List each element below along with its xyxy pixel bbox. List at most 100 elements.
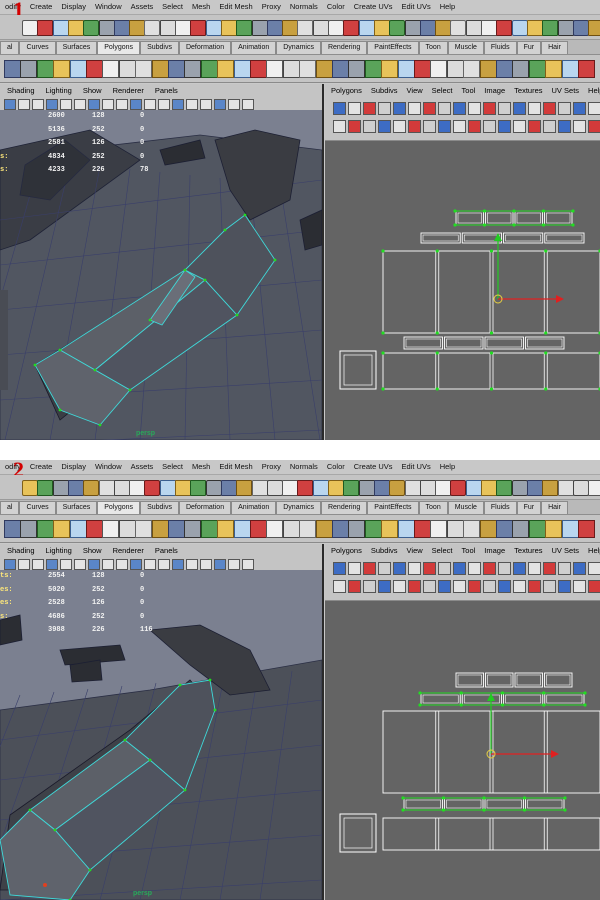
uv-menu-image[interactable]: Image — [478, 544, 508, 555]
shelf-tool-icon[interactable] — [446, 60, 464, 78]
uv-tool-icon[interactable] — [333, 102, 346, 115]
shelf-tool-icon[interactable] — [315, 520, 333, 538]
tab-hair[interactable]: Hair — [541, 41, 568, 54]
uv-tool-icon[interactable] — [468, 120, 481, 133]
shelf-tool-icon[interactable] — [135, 60, 153, 78]
viewport-tool-icon[interactable] — [158, 559, 170, 570]
uv-menu-view[interactable]: View — [401, 84, 426, 95]
uv-menu-select[interactable]: Select — [426, 544, 456, 555]
menu-edit-mesh[interactable]: Edit Mesh — [214, 0, 256, 11]
magnet-icon[interactable] — [129, 480, 146, 496]
viewport-menu-show[interactable]: Show — [76, 544, 106, 555]
save-icon[interactable] — [358, 20, 375, 36]
tab-fur[interactable]: Fur — [516, 501, 542, 514]
open-icon[interactable] — [190, 480, 207, 496]
save-icon[interactable] — [358, 480, 375, 496]
open-icon[interactable] — [496, 480, 513, 496]
lasso-icon[interactable] — [542, 480, 559, 496]
uv-tool-icon[interactable] — [408, 562, 421, 575]
shelf-tool-icon[interactable] — [332, 60, 349, 78]
select-tool-icon[interactable] — [373, 480, 390, 496]
viewport-tool-icon[interactable] — [46, 559, 58, 570]
uv-tool-icon[interactable] — [528, 120, 541, 133]
tab-deformation[interactable]: Deformation — [178, 501, 232, 514]
shelf-tool-icon[interactable] — [184, 60, 202, 78]
menu-edit-uvs[interactable]: Edit UVs — [397, 0, 435, 11]
shelf-tool-icon[interactable] — [381, 60, 399, 78]
uv-tool-icon[interactable] — [378, 102, 391, 115]
uv-tool-icon[interactable] — [423, 562, 436, 575]
viewport-menu-lighting[interactable]: Lighting — [39, 544, 76, 555]
uv-texture-editor[interactable]: Polygons Subdivs View Select Tool Image Textur… — [325, 84, 600, 440]
uv-tool-icon[interactable] — [363, 562, 376, 575]
viewport-tool-icon[interactable] — [4, 559, 16, 570]
uv-tool-icon[interactable] — [393, 562, 406, 575]
uv-menu-polygons[interactable]: Polygons — [325, 84, 365, 95]
shelf-tool-icon[interactable] — [151, 520, 169, 538]
uv-tool-icon[interactable] — [423, 580, 436, 593]
uv-tool-icon[interactable] — [558, 580, 571, 593]
viewport-tool-icon[interactable] — [242, 99, 254, 110]
shelf-tool-icon[interactable] — [479, 60, 497, 78]
uv-tool-icon[interactable] — [588, 120, 600, 133]
shelf-tool-icon[interactable] — [496, 520, 513, 538]
lasso-icon[interactable] — [236, 20, 253, 36]
viewport-tool-icon[interactable] — [102, 99, 114, 110]
shelf-tool-icon[interactable] — [348, 60, 366, 78]
shelf-tool-icon[interactable] — [266, 520, 284, 538]
uv-tool-icon[interactable] — [528, 562, 541, 575]
viewport-menu-panels[interactable]: Panels — [148, 84, 182, 95]
tab-painteffects[interactable]: PaintEffects — [367, 501, 419, 514]
file-icon[interactable] — [22, 20, 38, 36]
magnet-icon[interactable] — [588, 480, 600, 496]
viewport-menu-show[interactable]: Show — [76, 84, 106, 95]
render-icon[interactable] — [297, 480, 314, 496]
tab-animation[interactable]: Animation — [231, 41, 277, 54]
magnet-icon[interactable] — [129, 20, 146, 36]
snap-grid-icon[interactable] — [404, 20, 421, 36]
uv-tool-icon[interactable] — [333, 562, 346, 575]
uv-tool-icon[interactable] — [543, 120, 556, 133]
magnet-icon[interactable] — [588, 20, 600, 36]
shelf-tool-icon[interactable] — [463, 520, 481, 538]
menu-create-uvs[interactable]: Create UVs — [349, 0, 397, 11]
shelf-tool-icon[interactable] — [266, 60, 284, 78]
uv-tool-icon[interactable] — [483, 120, 496, 133]
uv-tool-icon[interactable] — [498, 562, 511, 575]
menu-window[interactable]: Window — [90, 0, 126, 11]
menu-normals[interactable]: Normals — [285, 460, 322, 471]
save-icon[interactable] — [511, 480, 528, 496]
shelf-tool-icon[interactable] — [69, 520, 87, 538]
uv-tool-icon[interactable] — [453, 562, 466, 575]
menu-create[interactable]: Create — [25, 460, 57, 471]
uv-tool-icon[interactable] — [468, 102, 481, 115]
shelf-tool-icon[interactable] — [512, 60, 530, 78]
uv-menu-help[interactable]: Help — [582, 544, 600, 555]
tab-al[interactable]: al — [0, 501, 20, 514]
shelf-tool-icon[interactable] — [463, 60, 481, 78]
shelf-tool-icon[interactable] — [20, 60, 38, 78]
shelf-tool-icon[interactable] — [299, 60, 317, 78]
viewport-tool-icon[interactable] — [200, 559, 212, 570]
lasso-icon[interactable] — [542, 20, 559, 36]
tab-subdivs[interactable]: Subdivs — [140, 501, 179, 514]
tab-toon[interactable]: Toon — [418, 41, 448, 54]
snap-grid-icon[interactable] — [404, 480, 421, 496]
viewport-tool-icon[interactable] — [46, 99, 58, 110]
uv-tool-icon[interactable] — [438, 562, 451, 575]
uv-tool-icon[interactable] — [438, 102, 451, 115]
viewport-tool-icon[interactable] — [88, 99, 100, 110]
snap-curve-icon[interactable] — [266, 480, 283, 496]
uv-menu-tool[interactable]: Tool — [456, 84, 479, 95]
menu-normals[interactable]: Normals — [285, 0, 322, 11]
uv-tool-icon[interactable] — [348, 102, 361, 115]
lasso-icon[interactable] — [389, 480, 406, 496]
uv-menu-image[interactable]: Image — [478, 84, 508, 95]
uv-tool-icon[interactable] — [423, 120, 436, 133]
render-icon[interactable] — [450, 20, 467, 36]
uv-tool-icon[interactable] — [513, 120, 526, 133]
uv-tool-icon[interactable] — [588, 102, 600, 115]
menu-edit-mesh[interactable]: Edit Mesh — [214, 460, 256, 471]
shelf-tool-icon[interactable] — [102, 520, 120, 538]
magnet-icon[interactable] — [435, 20, 452, 36]
